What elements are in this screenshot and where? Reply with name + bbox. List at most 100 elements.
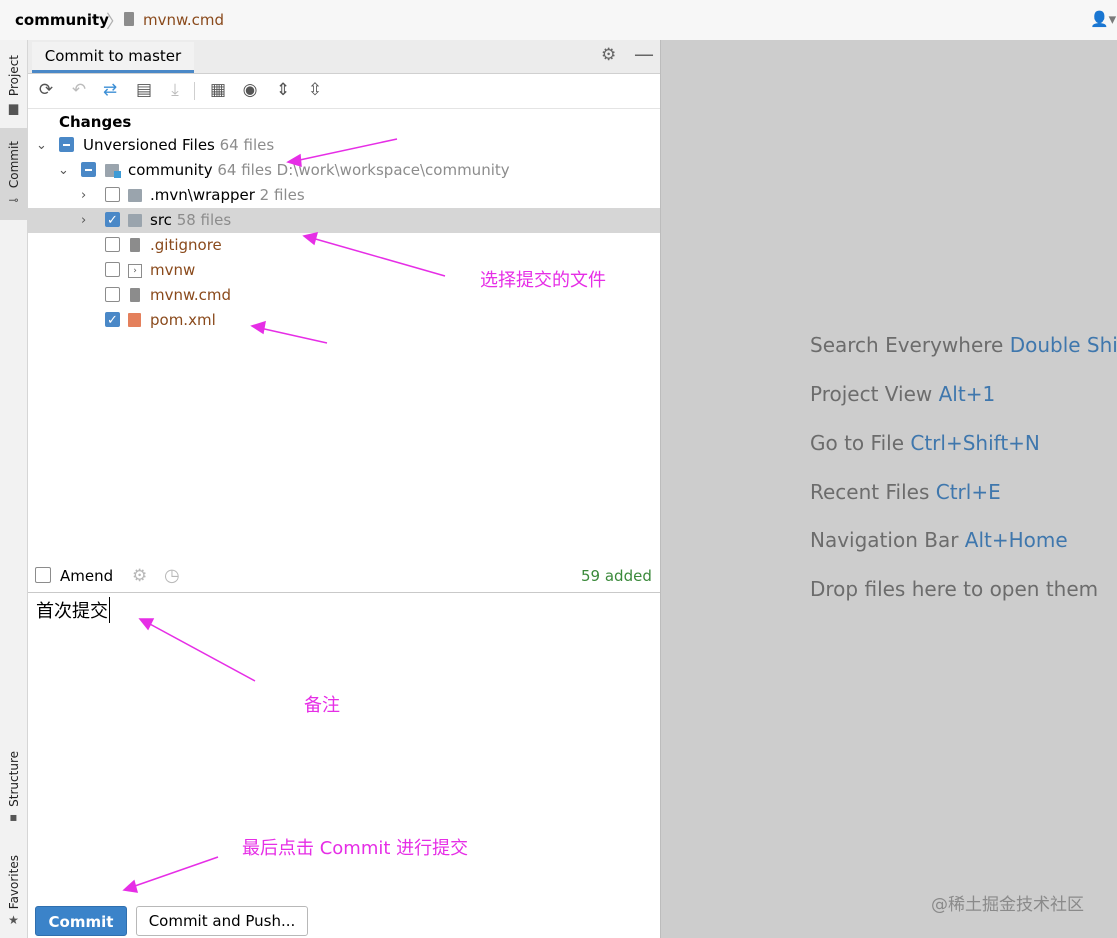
- rollback-icon[interactable]: ↶: [69, 80, 89, 100]
- checkbox-mvnw[interactable]: [105, 262, 120, 277]
- hint-shortcut: Alt+1: [938, 382, 996, 406]
- hint-drop-files: Drop files here to open them: [810, 577, 1098, 601]
- shelve-icon[interactable]: ▤: [134, 80, 154, 100]
- expand-all-icon[interactable]: ⇕: [273, 80, 293, 100]
- tool-tab-project[interactable]: Project ▆: [0, 46, 27, 124]
- hint-shortcut: Ctrl+E: [935, 480, 1001, 504]
- show-diff-icon[interactable]: ⇄: [100, 80, 120, 100]
- commit-and-push-button[interactable]: Commit and Push...: [136, 906, 308, 936]
- tool-tab-favorites-label: Favorites: [6, 854, 21, 910]
- tool-tab-commit-label: Commit: [6, 141, 21, 189]
- node-label: mvnw.cmd: [150, 286, 232, 304]
- module-folder-icon: [105, 164, 121, 178]
- annotation-final-commit: 最后点击 Commit 进行提交: [242, 838, 469, 859]
- breadcrumb-file[interactable]: mvnw.cmd: [143, 11, 224, 29]
- amend-checkbox[interactable]: [35, 567, 51, 583]
- gear-icon[interactable]: ⚙: [601, 45, 616, 65]
- minimize-icon[interactable]: —: [634, 42, 654, 66]
- hint-text: Project View: [810, 382, 933, 406]
- history-clock-icon[interactable]: ◷: [164, 565, 180, 586]
- hint-text: Go to File: [810, 431, 904, 455]
- node-label: pom.xml: [150, 311, 216, 329]
- chevron-right-icon[interactable]: ›: [81, 208, 86, 233]
- tool-window-header: Commit to master ⚙ —: [28, 40, 660, 74]
- checkbox-gitignore[interactable]: [105, 237, 120, 252]
- commit-panel: Commit to master ⚙ — ⟳ ↶ ⇄ ▤ ⤓ ▦ ◉ ⇕ ⇳ C…: [28, 40, 660, 938]
- hint-recent-files: Recent Files Ctrl+E: [810, 480, 1001, 504]
- refresh-icon[interactable]: ⟳: [36, 80, 56, 100]
- checkbox-unversioned[interactable]: [59, 137, 74, 152]
- tool-tab-commit[interactable]: Commit ⊸: [0, 128, 27, 220]
- annotation-select-files: 选择提交的文件: [480, 270, 606, 291]
- node-label: .mvn\wrapper: [150, 186, 255, 204]
- hint-navigation-bar: Navigation Bar Alt+Home: [810, 528, 1068, 552]
- file-icon: [130, 288, 140, 302]
- tree-row-community[interactable]: ⌄ community 64 files D:\work\workspace\c…: [28, 158, 660, 183]
- chevron-down-icon[interactable]: ⌄: [58, 158, 69, 183]
- commit-icon: ⊸: [8, 192, 19, 207]
- hint-project-view: Project View Alt+1: [810, 382, 995, 406]
- hint-text: Drop files here to open them: [810, 577, 1099, 601]
- breadcrumb-separator-icon: 〉: [106, 12, 124, 33]
- update-icon[interactable]: ⤓: [165, 80, 185, 100]
- tree-row-src[interactable]: › src 58 files: [28, 208, 660, 233]
- node-count: 58 files: [176, 211, 232, 229]
- node-label: Unversioned Files: [83, 136, 215, 154]
- toolbar-separator: [194, 82, 195, 100]
- checkbox-mvnw-cmd[interactable]: [105, 287, 120, 302]
- tree-row-mvn-wrapper[interactable]: › .mvn\wrapper 2 files: [28, 183, 660, 208]
- tool-tab-project-label: Project: [6, 55, 21, 97]
- structure-icon: ▪: [9, 810, 18, 825]
- hint-shortcut: Ctrl+Shift+N: [910, 431, 1040, 455]
- node-count: 64 files: [217, 161, 272, 179]
- hint-search-everywhere: Search Everywhere Double Shift: [810, 333, 1117, 357]
- amend-label[interactable]: Amend: [60, 567, 113, 585]
- user-icon[interactable]: 👤▾: [1090, 10, 1116, 28]
- hint-text: Navigation Bar: [810, 528, 959, 552]
- checkbox-mvn-wrapper[interactable]: [105, 187, 120, 202]
- hint-shortcut: Alt+Home: [964, 528, 1068, 552]
- tree-row-gitignore[interactable]: .gitignore: [28, 233, 660, 258]
- chevron-down-icon[interactable]: ⌄: [36, 133, 47, 158]
- tool-tab-structure[interactable]: Structure ▪: [0, 745, 27, 830]
- node-label: mvnw: [150, 261, 196, 279]
- tool-tab-favorites[interactable]: Favorites ★: [0, 848, 27, 934]
- ignore-file-icon: [130, 238, 140, 252]
- node-count: 2 files: [259, 186, 305, 204]
- folder-icon: ▆: [8, 100, 19, 115]
- commit-options-gear-icon[interactable]: ⚙: [132, 566, 147, 586]
- folder-icon: [128, 214, 142, 227]
- group-by-icon[interactable]: ▦: [208, 80, 228, 100]
- commit-button[interactable]: Commit: [35, 906, 127, 936]
- tab-commit-to-master[interactable]: Commit to master: [32, 42, 194, 73]
- node-path: D:\work\workspace\community: [276, 161, 510, 179]
- commit-toolbar: ⟳ ↶ ⇄ ▤ ⤓ ▦ ◉ ⇕ ⇳: [28, 74, 660, 109]
- collapse-all-icon[interactable]: ⇳: [305, 80, 325, 100]
- chevron-right-icon[interactable]: ›: [81, 183, 86, 208]
- added-count: 59 added: [581, 567, 652, 585]
- watermark: @稀土掘金技术社区: [931, 895, 1084, 915]
- star-icon: ★: [8, 913, 19, 928]
- breadcrumb-project[interactable]: community: [15, 11, 109, 29]
- file-icon: [124, 12, 134, 26]
- checkbox-pom-xml[interactable]: [105, 308, 120, 333]
- hint-shortcut: Double Shift: [1009, 333, 1117, 357]
- left-tool-strip: Project ▆ Commit ⊸ Structure ▪ Favorites…: [0, 40, 28, 938]
- changes-tree: Changes ⌄ Unversioned Files 64 files ⌄ c…: [28, 108, 660, 568]
- tree-row-unversioned[interactable]: ⌄ Unversioned Files 64 files: [28, 133, 660, 158]
- editor-empty-area[interactable]: Search Everywhere Double Shift Project V…: [660, 40, 1117, 938]
- folder-icon: [128, 189, 142, 202]
- node-label: src: [150, 211, 172, 229]
- changes-title: Changes: [59, 113, 132, 131]
- amend-row: Amend ⚙ ◷ 59 added: [28, 562, 660, 593]
- hint-go-to-file: Go to File Ctrl+Shift+N: [810, 431, 1040, 455]
- hint-text: Recent Files: [810, 480, 930, 504]
- checkbox-community[interactable]: [81, 162, 96, 177]
- view-options-icon[interactable]: ◉: [240, 80, 260, 100]
- checkbox-src[interactable]: [105, 208, 120, 233]
- xml-file-icon: [128, 313, 141, 327]
- node-label: .gitignore: [150, 236, 222, 254]
- tree-row-pom-xml[interactable]: pom.xml: [28, 308, 660, 333]
- commit-message-text[interactable]: 首次提交: [36, 597, 110, 623]
- shell-script-icon: ›: [128, 264, 142, 278]
